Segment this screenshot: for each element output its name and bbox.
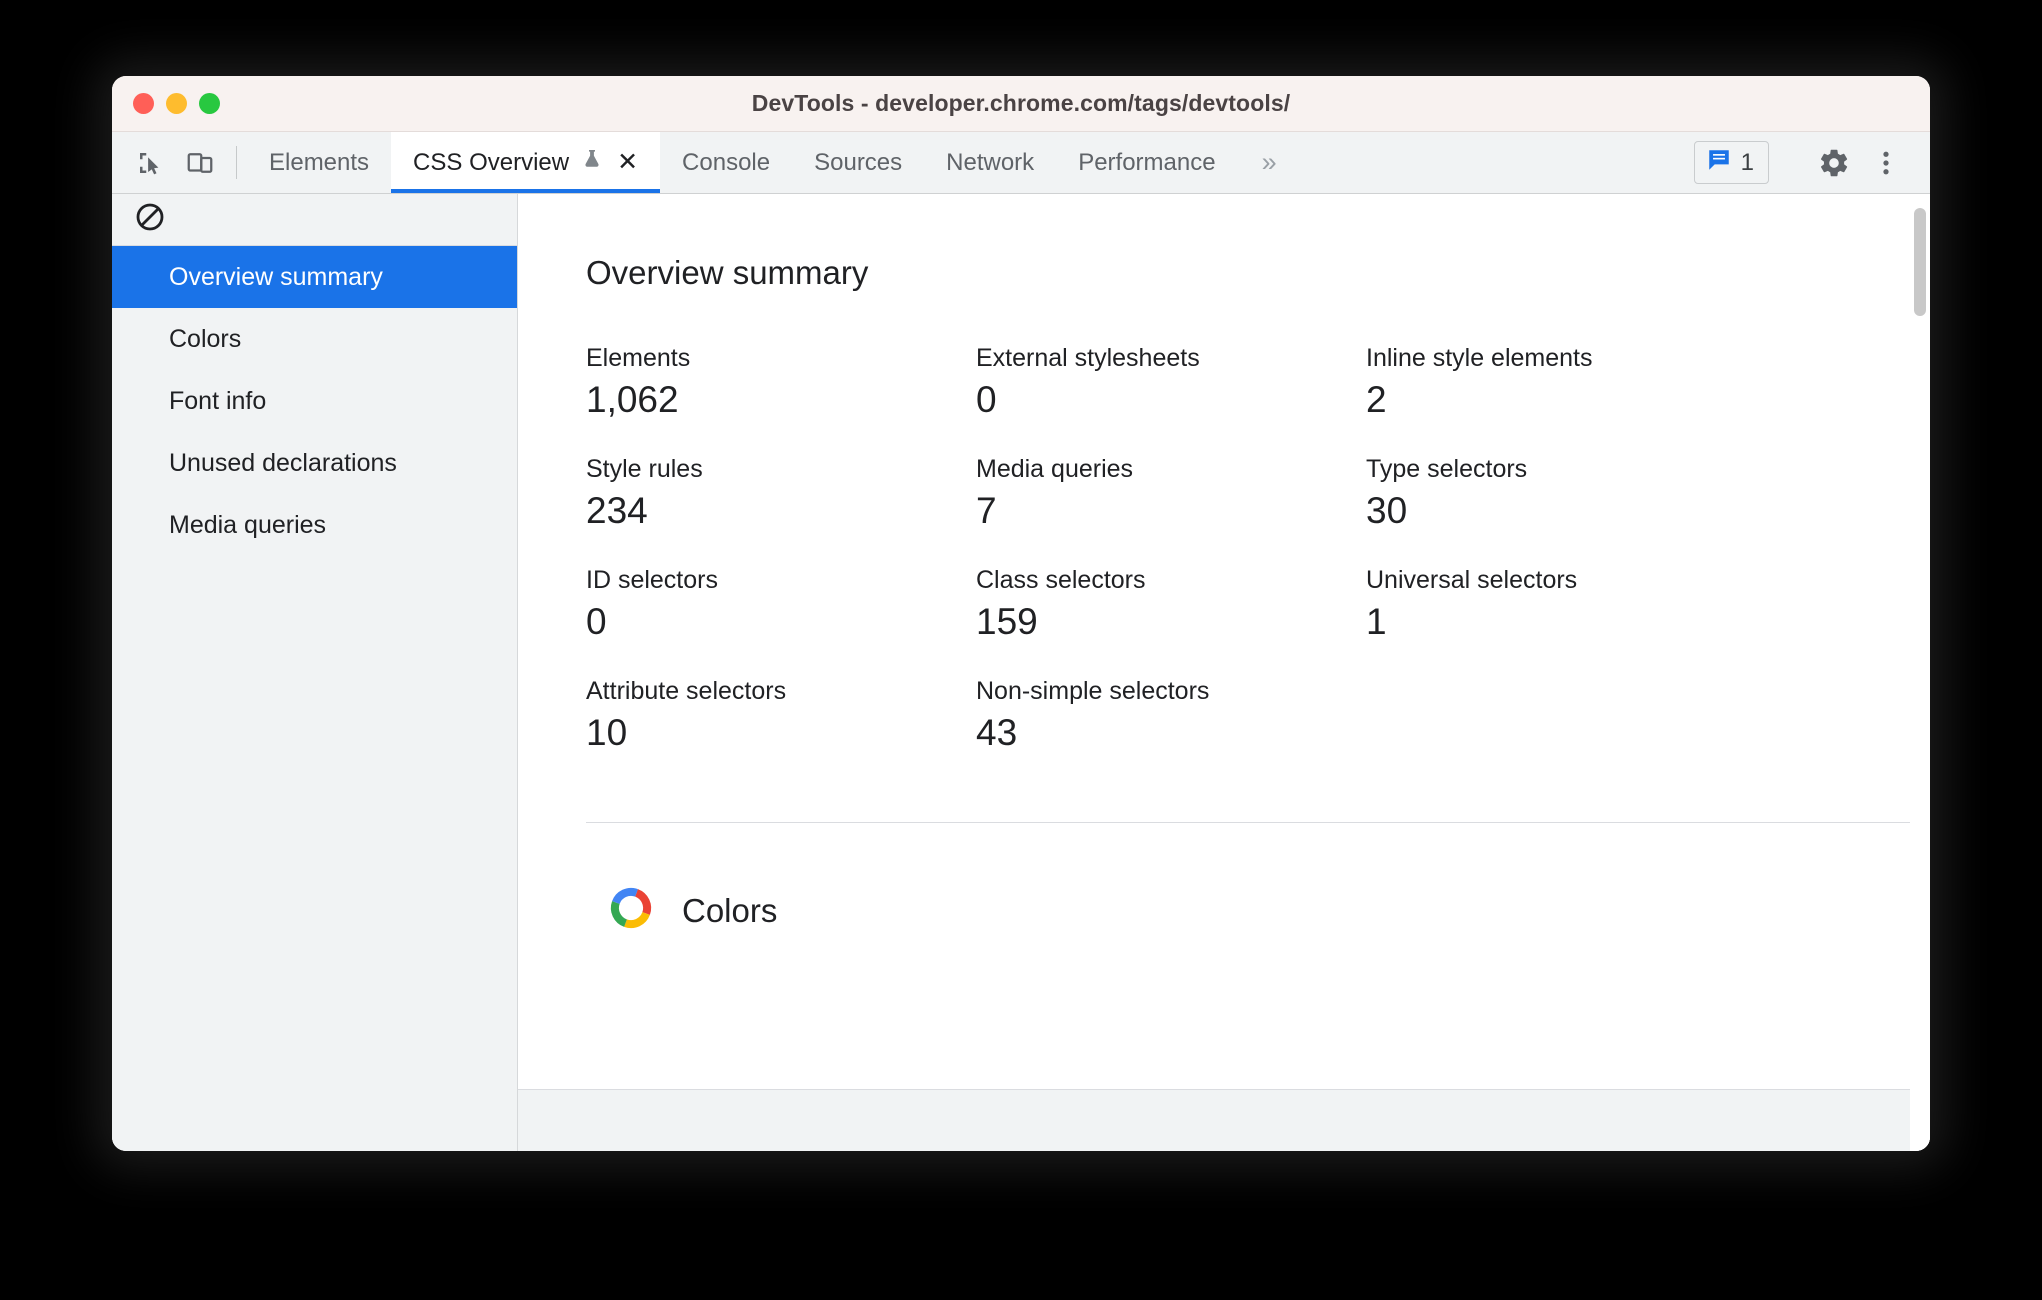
sidebar-item-label: Colors [169,324,242,353]
close-icon[interactable]: ✕ [617,150,638,175]
toolbar-divider [236,146,237,179]
tab-sources[interactable]: Sources [792,132,924,193]
flask-icon [580,147,604,178]
stat-label: Inline style elements [1366,344,1593,372]
stat-label: External stylesheets [976,344,1200,372]
stat-id-selectors: ID selectors 0 [586,566,976,643]
color-wheel-icon [608,885,654,936]
sidebar-item-label: Unused declarations [169,448,397,477]
stat-value: 0 [586,601,607,642]
stat-label: Media queries [976,455,1134,483]
tab-label: Sources [814,148,903,176]
tab-label: Network [946,148,1035,176]
tab-label: Performance [1078,148,1216,176]
stat-value: 43 [976,712,1018,753]
content-scrollbar[interactable] [1910,194,1930,1151]
tab-performance[interactable]: Performance [1056,132,1237,193]
stat-label: Non-simple selectors [976,677,1210,705]
overview-summary-panel: Overview summary Elements 1,062 External… [518,194,1930,1089]
stat-value: 0 [976,379,997,420]
tab-label: CSS Overview [413,148,570,176]
stat-label: Class selectors [976,566,1146,594]
stat-label: Elements [586,344,691,372]
sidebar-item-colors[interactable]: Colors [112,308,517,370]
stat-value: 234 [586,490,648,531]
stat-value: 10 [586,712,628,753]
page-title: Overview summary [586,254,869,291]
stat-label: Universal selectors [1366,566,1578,594]
panel-tabs: Elements CSS Overview ✕ Console Sources … [247,132,1297,193]
sidebar-item-label: Font info [169,386,267,415]
stat-empty-slot [1366,677,1930,754]
gear-icon[interactable] [1808,137,1860,189]
devtools-body: Overview summary Colors Font info Unused… [112,194,1930,1151]
sidebar-toolbar [112,194,517,246]
stat-value: 159 [976,601,1038,642]
devtools-toolbar: Elements CSS Overview ✕ Console Sources … [112,132,1930,194]
stat-label: ID selectors [586,566,718,594]
toolbar-right-icons: 1 [1693,132,1930,193]
toolbar-left-icons [122,132,228,193]
sidebar-item-font-info[interactable]: Font info [112,370,517,432]
devtools-window: DevTools - developer.chrome.com/tags/dev… [112,76,1930,1151]
stat-attribute-selectors: Attribute selectors 10 [586,677,976,754]
css-overview-sidebar: Overview summary Colors Font info Unused… [112,194,518,1151]
window-title: DevTools - developer.chrome.com/tags/dev… [751,90,1291,116]
kebab-menu-icon[interactable] [1860,137,1912,189]
stat-label: Type selectors [1366,455,1528,483]
stat-value: 1 [1366,601,1387,642]
no-entry-icon[interactable] [134,201,166,238]
stat-inline-style-elements: Inline style elements 2 [1366,344,1930,421]
sidebar-item-media-queries[interactable]: Media queries [112,494,517,556]
device-toolbar-icon[interactable] [178,141,222,185]
minimize-window-button[interactable] [166,93,187,114]
sidebar-item-unused-declarations[interactable]: Unused declarations [112,432,517,494]
tab-elements[interactable]: Elements [247,132,391,193]
colors-section-title: Colors [682,891,778,929]
stat-media-queries: Media queries 7 [976,455,1366,532]
stat-value: 2 [1366,379,1387,420]
stat-value: 30 [1366,490,1408,531]
tab-label: Console [682,148,771,176]
message-bubble-icon [1706,147,1732,178]
stat-value: 7 [976,490,997,531]
stat-universal-selectors: Universal selectors 1 [1366,566,1930,643]
close-window-button[interactable] [133,93,154,114]
tab-label: Elements [269,148,370,176]
stat-class-selectors: Class selectors 159 [976,566,1366,643]
stat-non-simple-selectors: Non-simple selectors 43 [976,677,1366,754]
traffic-lights [133,93,220,114]
zoom-window-button[interactable] [199,93,220,114]
stat-label: Style rules [586,455,703,483]
content-bottom-strip [518,1089,1930,1151]
tab-css-overview[interactable]: CSS Overview ✕ [391,132,661,193]
inspect-cursor-icon[interactable] [128,141,172,185]
colors-section-header[interactable]: Colors [586,823,1930,936]
sidebar-item-label: Media queries [169,510,327,539]
sidebar-items: Overview summary Colors Font info Unused… [112,246,517,556]
sidebar-item-label: Overview summary [169,262,383,291]
stat-external-stylesheets: External stylesheets 0 [976,344,1366,421]
message-count: 1 [1740,148,1754,176]
summary-stats-grid: Elements 1,062 External stylesheets 0 In… [586,344,1930,754]
more-tabs-icon[interactable]: » [1238,132,1297,193]
tab-console[interactable]: Console [660,132,792,193]
status-badge[interactable]: 1 [1693,141,1769,184]
css-overview-content: Overview summary Elements 1,062 External… [518,194,1930,1151]
window-titlebar: DevTools - developer.chrome.com/tags/dev… [112,76,1930,132]
sidebar-item-overview-summary[interactable]: Overview summary [112,246,517,308]
stat-value: 1,062 [586,379,679,420]
stat-type-selectors: Type selectors 30 [1366,455,1930,532]
stat-elements: Elements 1,062 [586,344,976,421]
scrollbar-thumb[interactable] [1914,208,1926,316]
stat-label: Attribute selectors [586,677,787,705]
tab-network[interactable]: Network [924,132,1056,193]
stat-style-rules: Style rules 234 [586,455,976,532]
